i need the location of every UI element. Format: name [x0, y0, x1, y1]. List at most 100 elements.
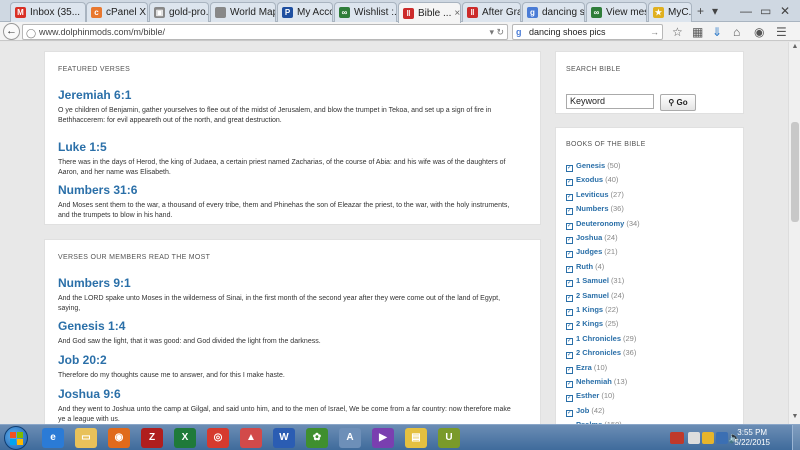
book-name[interactable]: Ezra — [576, 363, 592, 372]
verse-reference[interactable]: Job 20:2 — [58, 353, 518, 367]
clock[interactable]: 3:55 PM 5/22/2015 — [734, 428, 770, 448]
book-name[interactable]: Numbers — [576, 204, 609, 213]
network-icon[interactable] — [716, 432, 728, 444]
browser-tab[interactable]: M Inbox (35... — [10, 2, 86, 22]
reload-icon[interactable]: ▾ ↻ — [489, 25, 504, 39]
page-scrollbar[interactable]: ▲ ▼ — [788, 42, 800, 424]
book-item[interactable]: ✓ Deuteronomy (34) — [566, 219, 640, 233]
verse-reference[interactable]: Joshua 9:6 — [58, 387, 518, 401]
book-name[interactable]: Judges — [576, 247, 602, 256]
firefox-icon[interactable]: ◉ — [108, 428, 130, 448]
maximize-icon[interactable]: ▭ — [760, 4, 771, 18]
browser-tab[interactable]: g dancing s... — [522, 2, 585, 22]
excel-icon[interactable]: X — [174, 428, 196, 448]
browser-tab[interactable]: ‖ Bible ... × — [398, 2, 461, 23]
book-item[interactable]: ✓ Ruth (4) — [566, 262, 604, 276]
book-name[interactable]: Joshua — [576, 233, 602, 242]
uc-icon[interactable]: U — [438, 428, 460, 448]
book-name[interactable]: Job — [576, 406, 589, 415]
book-name[interactable]: Nehemiah — [576, 377, 612, 386]
verse-reference[interactable]: Luke 1:5 — [58, 140, 518, 154]
scroll-up-icon[interactable]: ▲ — [790, 43, 800, 53]
book-item[interactable]: ✓ 1 Samuel (31) — [566, 276, 624, 290]
book-item[interactable]: ✓ 2 Samuel (24) — [566, 291, 624, 305]
book-name[interactable]: Deuteronomy — [576, 219, 624, 228]
paint-icon[interactable]: ▲ — [240, 428, 262, 448]
verse-reference[interactable]: Numbers 9:1 — [58, 276, 518, 290]
home-icon[interactable]: ⌂ — [733, 25, 740, 39]
browser-tab[interactable]: World Map A... — [210, 2, 276, 22]
verse-reference[interactable]: Jeremiah 6:1 — [58, 88, 518, 102]
book-name[interactable]: 1 Samuel — [576, 276, 609, 285]
close-window-icon[interactable]: ✕ — [780, 4, 790, 18]
book-item[interactable]: ✓ 1 Kings (22) — [566, 305, 618, 319]
book-name[interactable]: Genesis — [576, 161, 605, 170]
book-name[interactable]: Esther — [576, 391, 599, 400]
book-item[interactable]: ✓ 2 Kings (25) — [566, 319, 618, 333]
book-name[interactable]: 2 Kings — [576, 319, 603, 328]
book-item[interactable]: ✓ Genesis (50) — [566, 161, 621, 175]
book-name[interactable]: 2 Samuel — [576, 291, 609, 300]
search-query: dancing shoes pics — [529, 27, 606, 37]
search-go-icon[interactable]: → — [650, 25, 659, 39]
book-item[interactable]: ✓ Judges (21) — [566, 247, 618, 261]
search-bar[interactable]: g dancing shoes pics → — [512, 24, 663, 40]
scroll-down-icon[interactable]: ▼ — [790, 413, 800, 423]
start-button[interactable] — [4, 426, 28, 450]
url-bar[interactable]: ◯ www.dolphinmods.com/m/bible/ ▾ ↻ — [22, 24, 508, 40]
dictionary-icon[interactable]: A — [339, 428, 361, 448]
search-go-button[interactable]: ⚲ Go — [660, 94, 696, 111]
tab-list-icon[interactable]: ▾ — [712, 4, 718, 18]
book-item[interactable]: ✓ Ezra (10) — [566, 363, 607, 377]
keyword-input[interactable]: Keyword — [566, 94, 654, 109]
book-item[interactable]: ✓ Leviticus (27) — [566, 190, 624, 204]
verse-reference[interactable]: Numbers 31:6 — [58, 183, 518, 197]
book-name[interactable]: 1 Kings — [576, 305, 603, 314]
book-item[interactable]: ✓ Esther (10) — [566, 391, 615, 405]
book-name[interactable]: Exodus — [576, 175, 603, 184]
reading-list-icon[interactable]: ▦ — [692, 25, 703, 39]
browser-tab[interactable]: ★ MyC... — [648, 2, 692, 22]
word-icon[interactable]: W — [273, 428, 295, 448]
back-button[interactable]: ← — [3, 23, 20, 40]
menu-icon[interactable]: ☰ — [776, 25, 787, 39]
book-item[interactable]: ✓ Joshua (24) — [566, 233, 618, 247]
book-item[interactable]: ✓ 1 Chronicles (29) — [566, 334, 636, 348]
star-icon[interactable]: ☆ — [672, 25, 683, 39]
pdf-icon[interactable] — [670, 432, 684, 444]
media-player-icon[interactable]: ▶ — [372, 428, 394, 448]
chrome-icon[interactable]: ◎ — [207, 428, 229, 448]
filezilla-icon[interactable]: Z — [141, 428, 163, 448]
verse-reference[interactable]: Genesis 1:4 — [58, 319, 518, 333]
book-name[interactable]: Ruth — [576, 262, 593, 271]
frog-icon[interactable]: ✿ — [306, 428, 328, 448]
browser-tab[interactable]: ∞ Wishlist :... — [334, 2, 397, 22]
scroll-thumb[interactable] — [791, 122, 799, 222]
book-item[interactable]: ✓ 2 Chronicles (36) — [566, 348, 636, 362]
browser-tab[interactable]: ‖ After Gra... — [462, 2, 521, 22]
download-icon[interactable]: ⇓ — [712, 25, 722, 39]
book-name[interactable]: Leviticus — [576, 190, 609, 199]
browser-tab[interactable]: ∞ View mes... — [586, 2, 647, 22]
book-name[interactable]: 1 Chronicles — [576, 334, 621, 343]
internet-explorer-icon[interactable]: e — [42, 428, 64, 448]
browser-tab[interactable]: c cPanel X ... — [86, 2, 148, 22]
tray-app-icon[interactable] — [702, 432, 714, 444]
book-item[interactable]: ✓ Numbers (36) — [566, 204, 624, 218]
chapter-count: (31) — [610, 276, 625, 286]
book-item[interactable]: ✓ Exodus (40) — [566, 175, 618, 189]
book-name[interactable]: 2 Chronicles — [576, 348, 621, 357]
printer-icon[interactable] — [688, 432, 700, 444]
file-explorer-icon[interactable]: ▭ — [75, 428, 97, 448]
minimize-icon[interactable]: — — [740, 4, 752, 18]
tab-title: View mes... — [606, 7, 646, 18]
show-desktop-button[interactable] — [792, 425, 800, 450]
sticky-notes-icon[interactable]: ▤ — [405, 428, 427, 448]
browser-tab[interactable]: P My Acco... — [277, 2, 333, 22]
close-tab-icon[interactable]: × — [451, 8, 460, 19]
browser-tab[interactable]: ▣ gold-pro... — [149, 2, 209, 22]
book-item[interactable]: ✓ Nehemiah (13) — [566, 377, 627, 391]
book-item[interactable]: ✓ Job (42) — [566, 406, 605, 420]
new-tab-icon[interactable]: + — [697, 4, 704, 18]
chat-icon[interactable]: ◉ — [754, 25, 764, 39]
